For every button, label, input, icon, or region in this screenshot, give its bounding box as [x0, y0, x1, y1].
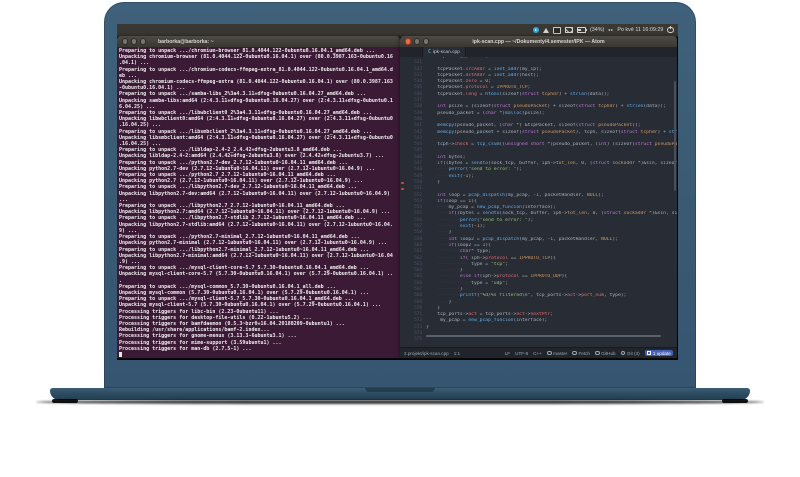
close-icon[interactable]: [122, 38, 129, 45]
github-icon: [594, 350, 600, 356]
battery-icon[interactable]: [576, 27, 587, 33]
tab-ipk-scan-cpp[interactable]: C ipk-scan.cpp: [422, 47, 466, 57]
network-signal-icon[interactable]: [542, 27, 549, 33]
status-cursor-position[interactable]: 1:1: [454, 351, 460, 356]
terminal-window: barborka@barborka: ~ Preparing to unpack…: [117, 36, 400, 358]
status-language[interactable]: C++: [533, 351, 542, 356]
terminal-line: Preparing to unpack .../libpython2.7-std…: [119, 215, 366, 222]
keyboard-layout-icon[interactable]: [552, 26, 561, 34]
power-icon[interactable]: [667, 26, 674, 34]
terminal-line: [119, 351, 400, 358]
status-line-ending[interactable]: LF: [505, 351, 510, 356]
vertical-scrollbar[interactable]: [674, 81, 676, 191]
maximize-icon[interactable]: [139, 38, 146, 45]
laptop-mockup: (34%) Po kvě 11 16:09:29 barborka@barbor…: [0, 0, 800, 477]
code-lines: 530 tcph->urg_ptr = 0;531532 tcpPacket.s…: [400, 57, 677, 344]
laptop-foot-left: [52, 399, 78, 403]
cpp-file-icon: C: [428, 49, 431, 55]
terminal-line: Unpacking chromium-browser (81.0.4044.12…: [119, 54, 393, 61]
terminal-line: Unpacking libpython2.7-dev:amd64 (2.7.12…: [119, 190, 390, 197]
terminal-line: Unpacking python2.7-minimal (2.7.12-1ubu…: [119, 240, 387, 247]
refresh-icon: [572, 350, 577, 356]
terminal-line: Preparing to unpack .../samba-libs_2%3a4…: [119, 91, 366, 98]
battery-percentage: (34%): [589, 27, 605, 33]
terminal-title: barborka@barborka: ~: [157, 38, 214, 45]
laptop-lid: (34%) Po kvě 11 16:09:29 barborka@barbor…: [104, 2, 696, 388]
status-git-branch[interactable]: master: [546, 350, 567, 356]
desktop-windows: barborka@barborka: ~ Preparing to unpack…: [117, 36, 678, 360]
terminal-line: Unpacking mysql-client-5.7 (5.7.30-0ubun…: [119, 302, 381, 309]
git-diff-icon: [620, 350, 626, 356]
terminal-output[interactable]: Preparing to unpack .../chromium-browser…: [117, 47, 400, 358]
terminal-line: Unpacking libpython2.7-stdlib:amd64 (2.7…: [119, 221, 393, 228]
atom-status-bar: 2.projekt/ipk-scan.cpp 1:1 LF UTF-8 C++ …: [400, 347, 677, 358]
laptop-screen: (34%) Po kvě 11 16:09:29 barborka@barbor…: [117, 24, 678, 360]
minimize-icon[interactable]: [130, 38, 138, 45]
terminal-line: Unpacking libpython2.7-minimal:amd64 (2.…: [119, 252, 393, 259]
mail-icon[interactable]: [564, 27, 573, 33]
terminal-cursor: [119, 351, 122, 357]
status-encoding[interactable]: UTF-8: [515, 351, 528, 356]
chat-icon[interactable]: [532, 27, 539, 33]
terminal-line: Preparing to unpack .../chromium-codecs-…: [119, 66, 393, 73]
panel-clock[interactable]: Po kvě 11 16:09:29: [617, 27, 663, 33]
branch-icon: [546, 350, 552, 356]
horizontal-scrollbar[interactable]: [426, 335, 661, 337]
package-icon: [646, 350, 652, 356]
tab-label: ipk-scan.cpp: [432, 49, 460, 55]
laptop-foot-right: [722, 399, 748, 403]
status-right: LF UTF-8 C++ master Fetch GitHub Git (3)…: [505, 349, 673, 357]
laptop-shadow: [36, 400, 764, 404]
code-editor[interactable]: 530 tcph->urg_ptr = 0;531532 tcpPacket.s…: [400, 57, 677, 348]
terminal-window-buttons: [122, 38, 146, 45]
status-fetch[interactable]: Fetch: [572, 351, 590, 356]
line-number: 575: [414, 337, 422, 343]
laptop-lid-notch: [365, 388, 435, 392]
update-badge[interactable]: 1 update: [644, 349, 673, 357]
status-left: 2.projekt/ipk-scan.cpp 1:1: [404, 351, 460, 356]
session-arrows-icon[interactable]: [608, 29, 614, 31]
atom-window: ipk-scan.cpp — ~/Dokumenty/4.semester/IP…: [400, 36, 677, 358]
terminal-line: Unpacking libldap-2.4-2:amd64 (2.4.42+df…: [119, 153, 384, 160]
terminal-line: Preparing to unpack .../libpython2.7-min…: [119, 246, 369, 253]
code-line: 575: [400, 337, 677, 343]
system-tray: (34%) Po kvě 11 16:09:29: [532, 24, 674, 36]
terminal-line: Preparing to unpack .../libsmbclient_2%3…: [119, 128, 372, 135]
laptop-base: [50, 388, 750, 400]
terminal-line: Unpacking samba-libs:amd64 (2:4.3.11+dfs…: [119, 97, 393, 104]
atom-title: ipk-scan.cpp — ~/Dokumenty/4.semester/IP…: [472, 38, 605, 45]
status-github[interactable]: GitHub: [594, 350, 616, 356]
status-git-changes[interactable]: Git (3): [620, 350, 640, 356]
terminal-line: Unpacking mysql-client-core-5.7 (5.7.30-…: [119, 271, 393, 278]
status-file-path[interactable]: 2.projekt/ipk-scan.cpp: [404, 351, 449, 356]
